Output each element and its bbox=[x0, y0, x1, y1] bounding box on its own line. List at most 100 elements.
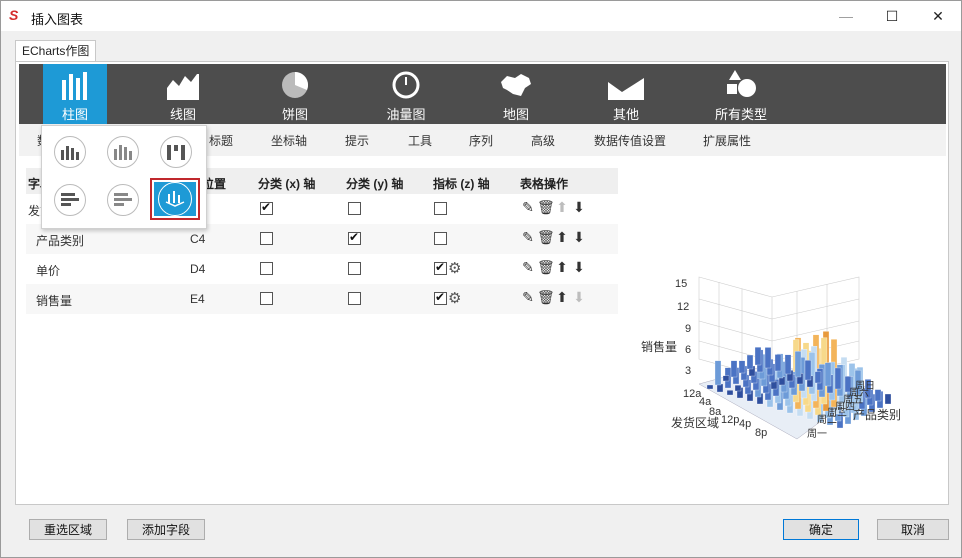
tab-tools[interactable]: 工具 bbox=[408, 132, 432, 149]
move-up-icon[interactable]: ⬆ bbox=[554, 229, 570, 246]
z-axis-checkbox[interactable] bbox=[434, 202, 447, 215]
x-tick: 8p bbox=[755, 427, 767, 439]
z-tick: 周二 bbox=[817, 414, 837, 426]
tab-tooltip[interactable]: 提示 bbox=[345, 132, 369, 149]
tab-advanced[interactable]: 高级 bbox=[531, 132, 555, 149]
chart-type-gauge[interactable]: 油量图 bbox=[374, 64, 438, 124]
tab-extended-props[interactable]: 扩展属性 bbox=[703, 132, 751, 149]
header-x-axis: 分类 (x) 轴 bbox=[258, 177, 316, 191]
chart-type-label: 油量图 bbox=[386, 107, 426, 122]
chart-type-label: 柱图 bbox=[61, 107, 88, 122]
reselect-area-button[interactable]: 重选区域 bbox=[29, 519, 107, 540]
x-axis-checkbox[interactable] bbox=[260, 292, 273, 305]
z-tick: 周一 bbox=[807, 428, 827, 440]
chart-type-bar: 柱图 线图 饼图 油量图 地图 其他 所有类型 bbox=[19, 64, 946, 124]
chart-bar bbox=[784, 354, 792, 375]
subtype-bar-waterfall[interactable] bbox=[160, 136, 192, 168]
chart-bar bbox=[794, 351, 802, 378]
horizontal-bar-icon bbox=[61, 193, 79, 206]
chart-type-map[interactable]: 地图 bbox=[484, 64, 548, 124]
field-position: E4 bbox=[190, 292, 205, 306]
subtype-bar-horizontal-stacked[interactable] bbox=[107, 184, 139, 216]
move-down-icon[interactable]: ⬇ bbox=[571, 289, 587, 306]
waterfall-icon bbox=[167, 145, 185, 160]
header-y-axis: 分类 (y) 轴 bbox=[346, 177, 404, 191]
minimize-button[interactable]: — bbox=[823, 1, 869, 31]
tab-series[interactable]: 序列 bbox=[469, 132, 493, 149]
subtype-bar-stacked[interactable] bbox=[107, 136, 139, 168]
row-actions: ✎ 🗑 ⬆ ⬇ bbox=[520, 259, 587, 276]
stacked-bar-icon bbox=[114, 145, 132, 160]
z-axis-checkbox[interactable] bbox=[434, 232, 447, 245]
close-button[interactable]: ✕ bbox=[915, 1, 961, 31]
delete-icon[interactable]: 🗑 bbox=[537, 199, 555, 216]
bar-subtype-popup bbox=[41, 125, 207, 229]
chart-bar bbox=[746, 354, 754, 370]
chart-bar bbox=[764, 347, 772, 369]
tab-echarts[interactable]: ECharts作图 bbox=[15, 40, 97, 62]
x-axis-checkbox[interactable] bbox=[260, 262, 273, 275]
field-name: 单价 bbox=[36, 264, 61, 278]
z-axis-checkbox[interactable] bbox=[434, 260, 447, 275]
chart-type-bar-chart[interactable]: 柱图 bbox=[43, 64, 107, 124]
chart-bar bbox=[706, 384, 714, 390]
chart-bar bbox=[814, 371, 822, 384]
y-axis-checkbox[interactable] bbox=[348, 230, 361, 245]
horizontal-stacked-icon bbox=[114, 193, 132, 206]
gear-icon[interactable]: ⚙ bbox=[448, 289, 461, 307]
chart-type-label: 饼图 bbox=[281, 107, 308, 122]
delete-icon[interactable]: 🗑 bbox=[537, 289, 555, 306]
move-up-icon[interactable]: ⬆ bbox=[554, 199, 570, 216]
x-axis-checkbox[interactable] bbox=[260, 232, 273, 245]
tab-data-passing[interactable]: 数据传值设置 bbox=[594, 132, 666, 149]
row-actions: ✎ 🗑 ⬆ ⬇ bbox=[520, 289, 587, 306]
edit-icon[interactable]: ✎ bbox=[520, 289, 536, 306]
ok-button[interactable]: 确定 bbox=[783, 519, 859, 540]
move-up-icon[interactable]: ⬆ bbox=[554, 289, 570, 306]
app-logo-icon: S bbox=[9, 7, 19, 23]
chart-type-all[interactable]: 所有类型 bbox=[704, 64, 778, 124]
chart-bar bbox=[834, 367, 842, 390]
chart-bar bbox=[726, 390, 734, 396]
move-down-icon[interactable]: ⬇ bbox=[571, 259, 587, 276]
move-down-icon[interactable]: ⬇ bbox=[571, 199, 587, 216]
bar-3d-icon bbox=[165, 191, 185, 207]
tab-axis[interactable]: 坐标轴 bbox=[271, 132, 307, 149]
x-tick: 4p bbox=[739, 418, 751, 430]
move-down-icon[interactable]: ⬇ bbox=[571, 229, 587, 246]
chart-type-label: 所有类型 bbox=[714, 107, 767, 122]
area-icon bbox=[608, 64, 644, 100]
chart-type-other[interactable]: 其他 bbox=[594, 64, 658, 124]
chart-bar bbox=[754, 347, 762, 366]
y-tick: 15 bbox=[675, 278, 687, 290]
y-axis-checkbox[interactable] bbox=[348, 292, 361, 305]
chart-type-line-chart[interactable]: 线图 bbox=[151, 64, 215, 124]
delete-icon[interactable]: 🗑 bbox=[537, 229, 555, 246]
maximize-button[interactable]: ☐ bbox=[869, 1, 915, 31]
tab-title[interactable]: 标题 bbox=[209, 132, 233, 149]
z-axis-checkbox[interactable] bbox=[434, 290, 447, 305]
x-axis-checkbox[interactable] bbox=[260, 200, 273, 215]
edit-icon[interactable]: ✎ bbox=[520, 229, 536, 246]
chart-bar bbox=[874, 389, 882, 402]
field-name: 销售量 bbox=[36, 294, 73, 308]
subtype-bar-horizontal[interactable] bbox=[54, 184, 86, 216]
chart-bar bbox=[734, 385, 742, 392]
move-up-icon[interactable]: ⬆ bbox=[554, 259, 570, 276]
add-field-button[interactable]: 添加字段 bbox=[127, 519, 205, 540]
subtype-bar-3d[interactable] bbox=[150, 178, 200, 220]
table-row: 销售量 E4 ⚙ ✎🗑⬆⬇ bbox=[26, 284, 618, 314]
chart-bar bbox=[774, 354, 782, 372]
edit-icon[interactable]: ✎ bbox=[520, 259, 536, 276]
subtype-bar-grouped[interactable] bbox=[54, 136, 86, 168]
y-axis-checkbox[interactable] bbox=[348, 262, 361, 275]
cancel-button[interactable]: 取消 bbox=[877, 519, 949, 540]
y-axis-checkbox[interactable] bbox=[348, 202, 361, 215]
chart-type-pie-chart[interactable]: 饼图 bbox=[263, 64, 327, 124]
delete-icon[interactable]: 🗑 bbox=[537, 259, 555, 276]
edit-icon[interactable]: ✎ bbox=[520, 199, 536, 216]
gear-icon[interactable]: ⚙ bbox=[448, 259, 461, 277]
bar-chart-icon bbox=[60, 64, 90, 100]
window-title: 插入图表 bbox=[31, 12, 84, 27]
y-tick: 12 bbox=[677, 301, 689, 313]
